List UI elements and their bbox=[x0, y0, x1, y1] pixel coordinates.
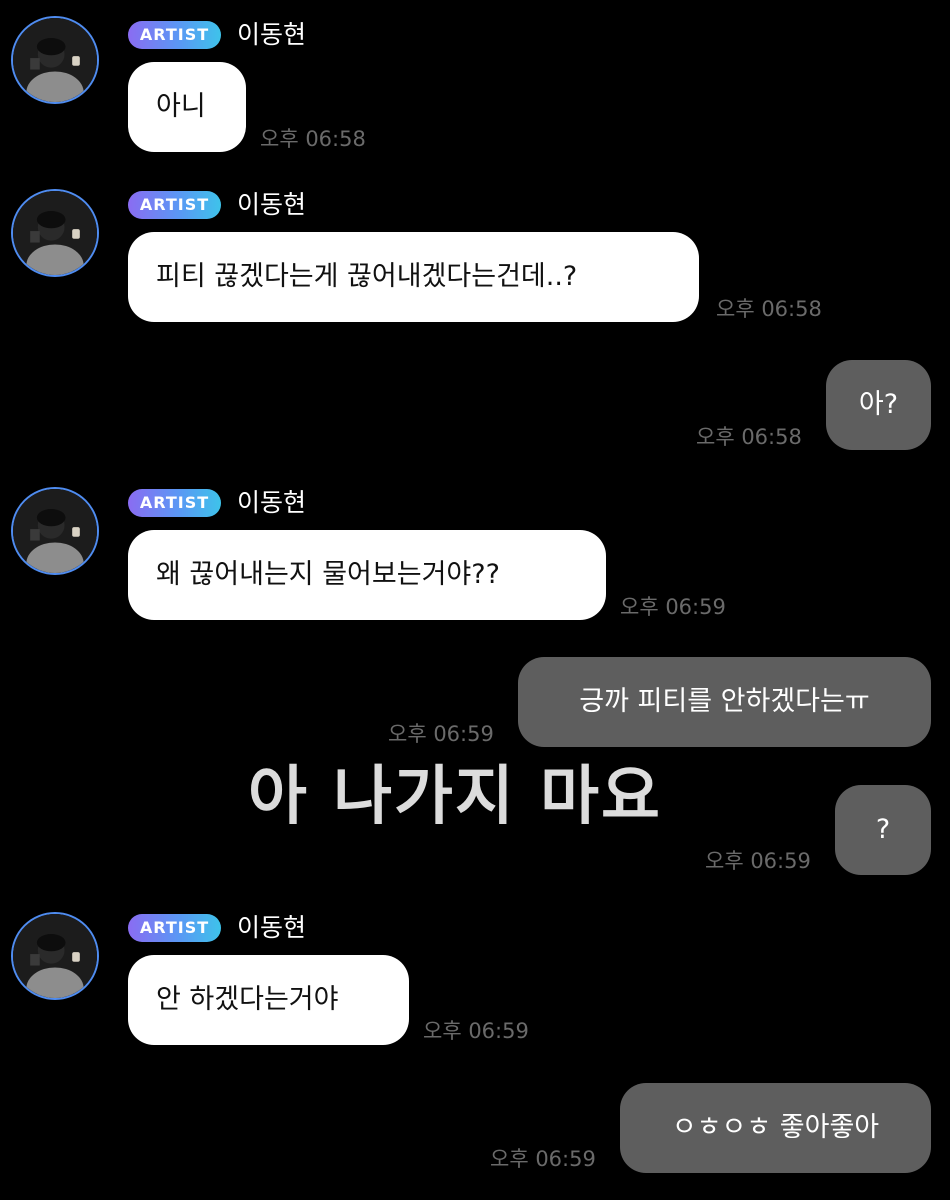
artist-badge: ARTIST bbox=[128, 914, 221, 942]
message-bubble[interactable]: 아니 bbox=[128, 62, 246, 152]
message-timestamp: 오후 06:59 bbox=[620, 595, 726, 619]
sender-name[interactable]: 이동현 bbox=[237, 19, 306, 51]
message-bubble[interactable]: 왜 끊어내는지 물어보는거야?? bbox=[128, 530, 606, 620]
sender-name[interactable]: 이동현 bbox=[237, 189, 306, 221]
message-timestamp: 오후 06:58 bbox=[260, 127, 366, 151]
sender-name[interactable]: 이동현 bbox=[237, 487, 306, 519]
message-bubble[interactable]: 아? bbox=[826, 360, 931, 450]
avatar[interactable] bbox=[11, 487, 99, 575]
avatar[interactable] bbox=[11, 16, 99, 104]
profile-photo-avatar-icon bbox=[13, 914, 97, 998]
message-timestamp: 오후 06:58 bbox=[696, 425, 802, 449]
profile-photo-avatar-icon bbox=[13, 18, 97, 102]
message-timestamp: 오후 06:59 bbox=[388, 722, 494, 746]
profile-photo-avatar-icon bbox=[13, 489, 97, 573]
message-bubble[interactable]: 피티 끊겠다는게 끊어내겠다는건데..? bbox=[128, 232, 699, 322]
artist-badge: ARTIST bbox=[128, 489, 221, 517]
message-timestamp: 오후 06:59 bbox=[423, 1019, 529, 1043]
overlay-caption: 아 나가지 마요 bbox=[248, 760, 662, 834]
sender-name[interactable]: 이동현 bbox=[237, 912, 306, 944]
artist-badge: ARTIST bbox=[128, 21, 221, 49]
profile-photo-avatar-icon bbox=[13, 191, 97, 275]
message-bubble[interactable]: ? bbox=[835, 785, 931, 875]
message-bubble[interactable]: 긍까 피티를 안하겠다는ㅠ bbox=[518, 657, 931, 747]
message-bubble[interactable]: 안 하겠다는거야 bbox=[128, 955, 409, 1045]
message-bubble[interactable]: ㅇㅎㅇㅎ 좋아좋아 bbox=[620, 1083, 931, 1173]
artist-badge: ARTIST bbox=[128, 191, 221, 219]
avatar[interactable] bbox=[11, 189, 99, 277]
message-timestamp: 오후 06:58 bbox=[716, 297, 822, 321]
message-timestamp: 오후 06:59 bbox=[705, 849, 811, 873]
message-timestamp: 오후 06:59 bbox=[490, 1147, 596, 1171]
avatar[interactable] bbox=[11, 912, 99, 1000]
